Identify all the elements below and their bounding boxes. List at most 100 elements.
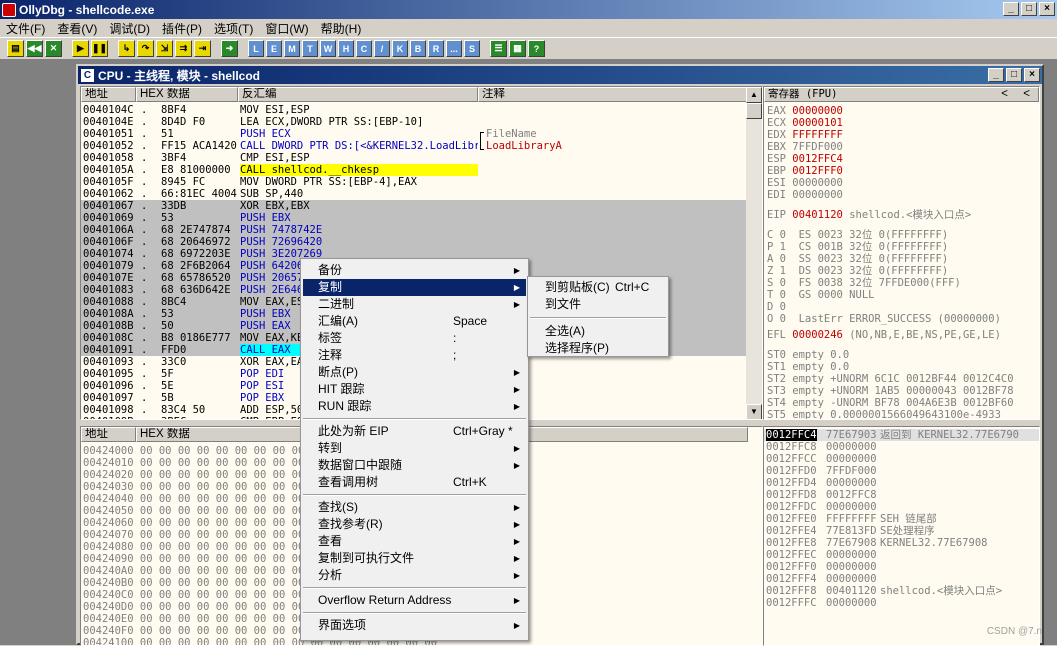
toolbar-window-button[interactable]: L: [248, 40, 264, 57]
toolbar-window-button[interactable]: H: [338, 40, 354, 57]
context-menu-item[interactable]: 转到▶: [303, 440, 526, 457]
cpu-minimize-button[interactable]: _: [988, 68, 1004, 82]
close-debug-icon[interactable]: ✕: [45, 40, 62, 57]
table-row[interactable]: 0012FFFC00000000: [764, 597, 1039, 609]
rewind-icon[interactable]: ◀◀: [26, 40, 43, 57]
register-row[interactable]: ESP 0012FFC4: [767, 153, 843, 165]
menu-item[interactable]: 调试(D): [103, 20, 156, 37]
table-row[interactable]: 0012FFF000000000: [764, 561, 1039, 573]
toolbar-window-button[interactable]: M: [284, 40, 300, 57]
fpu-row[interactable]: ST1 empty 0.0: [767, 361, 849, 373]
flag-row[interactable]: A 0 SS 0023 32位 0(FFFFFFFF): [767, 253, 948, 265]
table-row[interactable]: 0012FFC477E67903返回到 KERNEL32.77E6790: [764, 429, 1039, 441]
context-menu-item[interactable]: 此处为新 EIPCtrl+Gray *: [303, 423, 526, 440]
scroll-down-icon[interactable]: ▼: [746, 404, 762, 420]
trace-over-icon[interactable]: ⇉: [175, 40, 192, 57]
fpu-row[interactable]: ST3 empty +UNORM 1AB5 00000043 0012BF78: [767, 385, 1014, 397]
register-row[interactable]: EDX FFFFFFFF: [767, 129, 843, 141]
flag-row[interactable]: Z 1 DS 0023 32位 0(FFFFFFFF): [767, 265, 948, 277]
close-button[interactable]: ×: [1039, 2, 1055, 16]
toolbar-window-button[interactable]: W: [320, 40, 336, 57]
context-menu-item[interactable]: 查找参考(R)▶: [303, 516, 526, 533]
context-menu-item[interactable]: 断点(P)▶: [303, 364, 526, 381]
context-menu-item[interactable]: 分析▶: [303, 567, 526, 584]
context-menu-item[interactable]: 查看调用树Ctrl+K: [303, 474, 526, 491]
goto-icon[interactable]: ➜: [221, 40, 238, 57]
flag-row[interactable]: D 0: [767, 301, 786, 313]
context-menu-item[interactable]: 二进制▶: [303, 296, 526, 313]
table-row[interactable]: 00401052.FF15 ACA1420CALL DWORD PTR DS:[…: [81, 140, 748, 152]
flag-row[interactable]: S 0 FS 0038 32位 7FFDE000(FFF): [767, 277, 961, 289]
submenu-item[interactable]: 到文件: [530, 296, 666, 313]
table-row[interactable]: 00401058.3BF4CMP ESI,ESP: [81, 152, 748, 164]
context-menu-item[interactable]: RUN 跟踪▶: [303, 398, 526, 415]
table-row[interactable]: 0012FFE477E813FDSE处理程序: [764, 525, 1039, 537]
open-file-icon[interactable]: ▤: [7, 40, 24, 57]
register-row[interactable]: EDI 00000000: [767, 189, 843, 201]
chevron-left-icon[interactable]: <: [1001, 88, 1008, 101]
menu-item[interactable]: 窗口(W): [259, 20, 314, 37]
fpu-row[interactable]: ST2 empty +UNORM 6C1C 0012BF44 0012C4C0: [767, 373, 1014, 385]
fpu-row[interactable]: ST4 empty -UNORM BF78 004A6E3B 0012BF60: [767, 397, 1014, 409]
context-menu-item[interactable]: 复制到可执行文件▶: [303, 550, 526, 567]
table-row[interactable]: 0040104C.8BF4MOV ESI,ESP: [81, 104, 748, 116]
table-row[interactable]: 0012FFE0FFFFFFFFSEH 链尾部: [764, 513, 1039, 525]
fpu-row[interactable]: ST5 empty 0.0000001566049643100e-4933: [767, 409, 1001, 420]
disasm-scrollbar[interactable]: ▲ ▼: [746, 87, 762, 420]
run-icon[interactable]: ▶: [72, 40, 89, 57]
toolbar-window-button[interactable]: E: [266, 40, 282, 57]
table-row[interactable]: 0040104E.8D4D F0LEA ECX,DWORD PTR SS:[EB…: [81, 116, 748, 128]
disasm-scroll-thumb[interactable]: [746, 103, 762, 119]
table-row[interactable]: 0012FFF800401120shellcod.<模块入口点>: [764, 585, 1039, 597]
registers-pane[interactable]: 寄存器 (FPU) < < EAX 00000000ECX 00000101ED…: [763, 86, 1040, 420]
table-row[interactable]: 0012FFF400000000: [764, 573, 1039, 585]
menu-item[interactable]: 文件(F): [0, 20, 51, 37]
cpu-maximize-button[interactable]: □: [1006, 68, 1022, 82]
trace-into-icon[interactable]: ⇲: [156, 40, 173, 57]
register-row[interactable]: ECX 00000101: [767, 117, 843, 129]
context-menu-item[interactable]: 汇编(A)Space: [303, 313, 526, 330]
context-menu-item[interactable]: 查找(S)▶: [303, 499, 526, 516]
table-row[interactable]: 0040105F.8945 FCMOV DWORD PTR SS:[EBP-4]…: [81, 176, 748, 188]
disasm-col-address[interactable]: 地址: [81, 87, 136, 102]
list-view-icon[interactable]: ☰: [490, 40, 507, 57]
flag-row[interactable]: T 0 GS 0000 NULL: [767, 289, 874, 301]
cpu-close-button[interactable]: ×: [1024, 68, 1040, 82]
menu-item[interactable]: 帮助(H): [315, 20, 368, 37]
table-row[interactable]: 00401062.66:81EC 4004SUB SP,440: [81, 188, 748, 200]
submenu-item[interactable]: 到剪贴板(C)Ctrl+C: [530, 279, 666, 296]
step-over-icon[interactable]: ↷: [137, 40, 154, 57]
chevron-left-icon[interactable]: <: [1023, 88, 1030, 101]
eip-row[interactable]: EIP 00401120 shellcod.<模块入口点>: [767, 209, 971, 221]
submenu-item[interactable]: 选择程序(P): [530, 340, 666, 357]
table-row[interactable]: 0012FFCC00000000: [764, 453, 1039, 465]
context-menu-item[interactable]: HIT 跟踪▶: [303, 381, 526, 398]
table-row[interactable]: 0012FFE877E67908KERNEL32.77E67908: [764, 537, 1039, 549]
toolbar-window-button[interactable]: R: [428, 40, 444, 57]
table-row[interactable]: 00401067.33DBXOR EBX,EBX: [81, 200, 748, 212]
register-row[interactable]: EBX 7FFDF000: [767, 141, 843, 153]
minimize-button[interactable]: _: [1003, 2, 1019, 16]
stack-pane[interactable]: 0012FFC477E67903返回到 KERNEL32.77E6790 0012…: [763, 426, 1040, 646]
table-row[interactable]: 0012FFDC00000000: [764, 501, 1039, 513]
maximize-button[interactable]: □: [1021, 2, 1037, 16]
execute-till-return-icon[interactable]: ⇥: [194, 40, 211, 57]
toolbar-window-button[interactable]: /: [374, 40, 390, 57]
context-menu-item[interactable]: 查看▶: [303, 533, 526, 550]
table-row[interactable]: 0040106A.68 2E747874PUSH 7478742E: [81, 224, 748, 236]
dump-col-address[interactable]: 地址: [81, 427, 136, 442]
menu-item[interactable]: 选项(T): [208, 20, 259, 37]
context-menu-item[interactable]: 注释;: [303, 347, 526, 364]
efl-row[interactable]: EFL 00000246 (NO,NB,E,BE,NS,PE,GE,LE): [767, 329, 1001, 341]
step-into-icon[interactable]: ↳: [118, 40, 135, 57]
disasm-col-disasm[interactable]: 反汇编: [238, 87, 478, 102]
context-menu-item[interactable]: 界面选项▶: [303, 617, 526, 634]
flag-row[interactable]: O 0 LastErr ERROR_SUCCESS (00000000): [767, 313, 1001, 325]
context-menu-item[interactable]: 复制▶: [303, 279, 526, 296]
table-row[interactable]: 00401069.53PUSH EBX: [81, 212, 748, 224]
context-menu-item[interactable]: 标签:: [303, 330, 526, 347]
context-menu-item[interactable]: 备份▶: [303, 262, 526, 279]
toolbar-window-button[interactable]: K: [392, 40, 408, 57]
fpu-row[interactable]: ST0 empty 0.0: [767, 349, 849, 361]
table-row[interactable]: 0012FFD07FFDF000: [764, 465, 1039, 477]
